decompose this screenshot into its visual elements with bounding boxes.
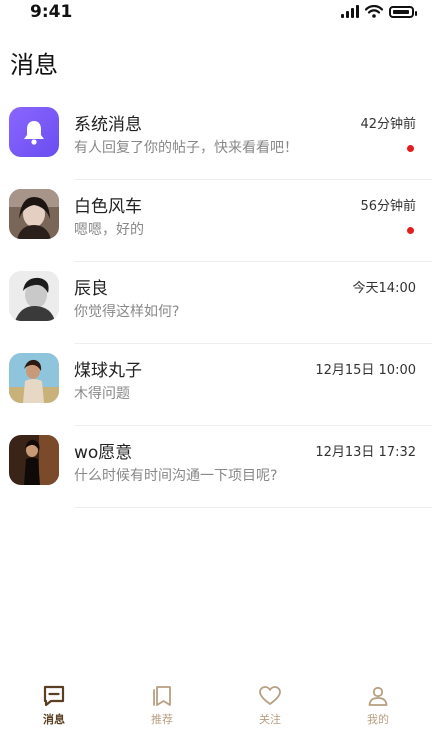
unread-dot	[407, 145, 414, 152]
wifi-icon	[365, 5, 383, 18]
user-photo	[9, 271, 59, 321]
signal-icon	[341, 5, 359, 18]
profile-icon	[368, 686, 388, 706]
message-list: 系统消息 有人回复了你的帖子，快来看看吧！ 42分钟前 白色风车 嗯嗯，好的 5…	[0, 98, 432, 508]
tab-label: 关注	[259, 713, 281, 726]
message-preview: 你觉得这样如何?	[74, 304, 180, 320]
tab-profile[interactable]: 我的	[324, 676, 432, 734]
message-preview: 什么时候有时间沟通一下项目呢?	[74, 468, 278, 484]
bell-icon	[24, 121, 44, 145]
battery-icon	[389, 5, 417, 18]
message-time: 56分钟前	[360, 199, 416, 214]
message-row[interactable]: 白色风车 嗯嗯，好的 56分钟前	[0, 180, 432, 262]
tab-label: 推荐	[151, 713, 173, 726]
message-preview: 木得问题	[74, 386, 130, 402]
tab-bar: 消息 推荐 关注 我的	[0, 676, 432, 734]
user-avatar	[9, 189, 59, 239]
contact-name: wo愿意	[74, 443, 133, 463]
tab-messages[interactable]: 消息	[0, 676, 108, 734]
page-title: 消息	[10, 51, 58, 79]
message-preview: 有人回复了你的帖子，快来看看吧！	[74, 140, 298, 156]
heart-icon	[259, 686, 281, 705]
message-row[interactable]: wo愿意 什么时候有时间沟通一下项目呢? 12月13日 17:32	[0, 426, 432, 508]
user-avatar	[9, 353, 59, 403]
contact-name: 辰良	[74, 279, 108, 299]
bookmark-icon	[153, 686, 171, 706]
status-bar: 9:41	[0, 0, 432, 26]
message-row[interactable]: 煤球丸子 木得问题 12月15日 10:00	[0, 344, 432, 426]
tab-follow[interactable]: 关注	[216, 676, 324, 734]
user-avatar	[9, 271, 59, 321]
system-avatar	[9, 107, 59, 157]
tab-label: 消息	[43, 713, 65, 726]
message-preview: 嗯嗯，好的	[74, 222, 144, 238]
contact-name: 煤球丸子	[74, 361, 142, 381]
message-time: 42分钟前	[360, 117, 416, 132]
unread-dot	[407, 227, 414, 234]
message-icon	[43, 685, 65, 707]
user-avatar	[9, 435, 59, 485]
tab-label: 我的	[367, 713, 389, 726]
divider	[74, 507, 432, 508]
message-row[interactable]: 系统消息 有人回复了你的帖子，快来看看吧！ 42分钟前	[0, 98, 432, 180]
message-time: 12月13日 17:32	[315, 445, 416, 460]
status-icons	[341, 5, 417, 18]
contact-name: 白色风车	[74, 197, 142, 217]
tab-recommend[interactable]: 推荐	[108, 676, 216, 734]
status-time: 9:41	[30, 2, 73, 22]
user-photo	[9, 189, 59, 239]
user-photo	[9, 435, 59, 485]
contact-name: 系统消息	[74, 115, 142, 135]
user-photo	[9, 353, 59, 403]
message-row[interactable]: 辰良 你觉得这样如何? 今天14:00	[0, 262, 432, 344]
message-time: 12月15日 10:00	[315, 363, 416, 378]
message-time: 今天14:00	[352, 281, 416, 296]
